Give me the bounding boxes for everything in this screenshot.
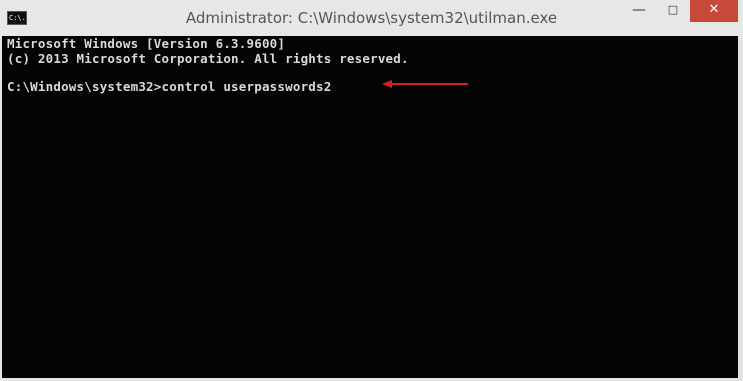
console-output-area[interactable]: Microsoft Windows [Version 6.3.9600] (c)… <box>2 36 738 378</box>
maximize-button[interactable]: □ <box>662 0 684 22</box>
cmd-window: C:\. Administrator: C:\Windows\system32\… <box>0 0 743 381</box>
console-command-line: C:\Windows\system32>control userpassword… <box>7 79 332 94</box>
console-version-line: Microsoft Windows [Version 6.3.9600] <box>7 36 286 51</box>
minimize-button[interactable]: — <box>628 0 650 22</box>
close-button[interactable]: ✕ <box>690 0 738 22</box>
arrow-left-icon <box>382 80 468 88</box>
console-copyright-line: (c) 2013 Microsoft Corporation. All righ… <box>7 51 409 66</box>
window-right-border <box>738 36 743 381</box>
title-bar[interactable]: C:\. Administrator: C:\Windows\system32\… <box>0 0 743 36</box>
